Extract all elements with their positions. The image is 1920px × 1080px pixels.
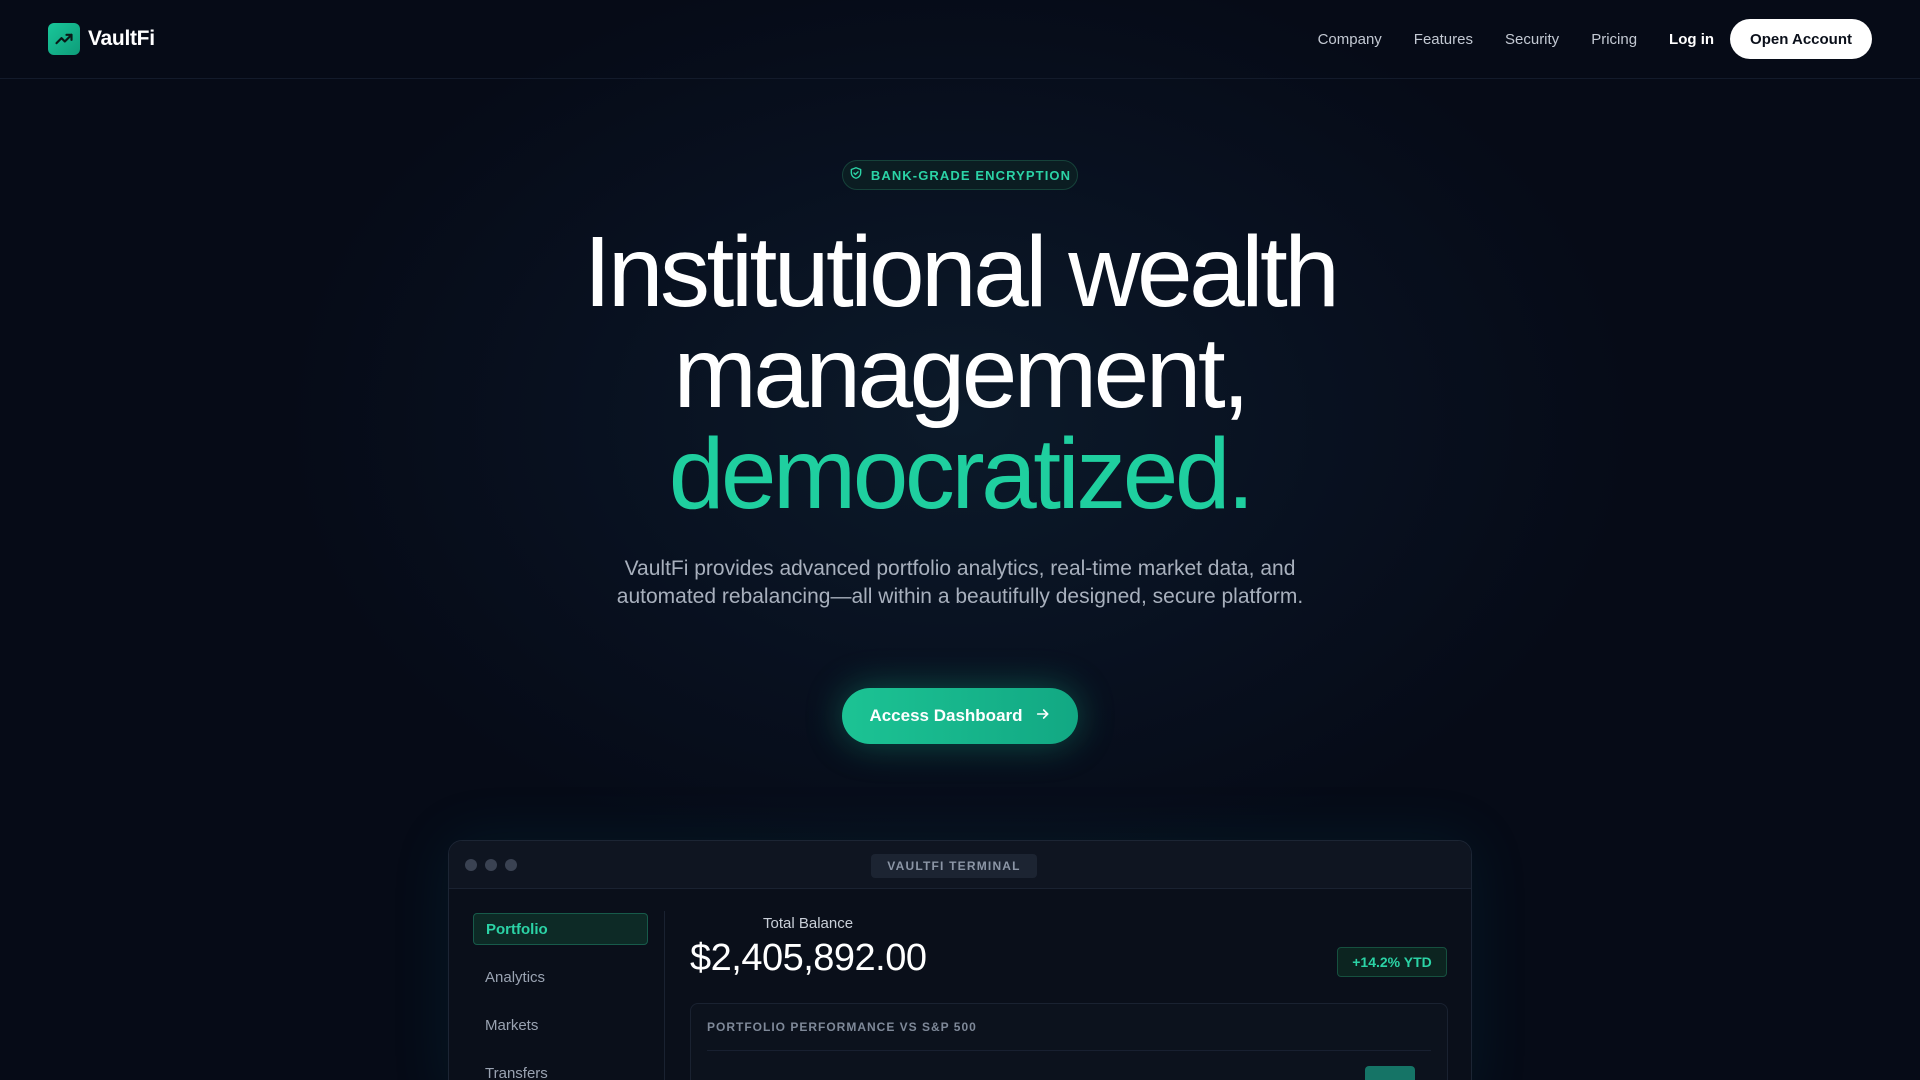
sidebar-item-transfers[interactable]: Transfers	[473, 1057, 648, 1080]
nav-link-company[interactable]: Company	[1318, 31, 1382, 48]
nav-link-pricing[interactable]: Pricing	[1591, 31, 1637, 48]
terminal-body: Portfolio Analytics Markets Transfers To…	[449, 889, 1471, 1080]
trending-up-icon	[48, 23, 80, 55]
window-dot-close	[465, 859, 477, 871]
hero-subtitle: VaultFi provides advanced portfolio anal…	[616, 557, 1304, 608]
access-dashboard-label: Access Dashboard	[869, 706, 1023, 725]
shield-check-icon	[849, 166, 863, 185]
nav-link-features[interactable]: Features	[1414, 31, 1473, 48]
headline-accent: democratized.	[668, 418, 1255, 530]
terminal-title-bar: VAULTFI TERMINAL	[449, 841, 1471, 889]
arrow-right-icon	[1035, 706, 1051, 727]
access-dashboard-button[interactable]: Access Dashboard	[842, 688, 1078, 744]
window-dot-minimize	[485, 859, 497, 871]
window-dot-maximize	[505, 859, 517, 871]
sidebar-item-portfolio[interactable]: Portfolio	[473, 913, 648, 945]
encryption-badge: BANK-GRADE ENCRYPTION	[842, 160, 1078, 190]
terminal-preview: VAULTFI TERMINAL Portfolio Analytics Mar…	[448, 840, 1472, 1080]
login-link[interactable]: Log in	[1669, 31, 1714, 48]
nav-link-security[interactable]: Security	[1505, 31, 1559, 48]
ytd-badge: +14.2% YTD	[1337, 947, 1447, 977]
open-account-button[interactable]: Open Account	[1730, 19, 1872, 59]
balance-label: Total Balance	[763, 915, 854, 932]
performance-chart-card: PORTFOLIO PERFORMANCE VS S&P 500	[690, 1003, 1448, 1080]
terminal-title: VAULTFI TERMINAL	[871, 854, 1037, 878]
terminal-sidebar: Portfolio Analytics Markets Transfers	[449, 889, 664, 1080]
performance-chart-title: PORTFOLIO PERFORMANCE VS S&P 500	[707, 1020, 977, 1034]
sidebar-item-markets[interactable]: Markets	[473, 1009, 648, 1041]
brand[interactable]: VaultFi	[48, 23, 155, 55]
balance-value: $2,405,892.00	[690, 937, 927, 979]
badge-label: BANK-GRADE ENCRYPTION	[870, 167, 1072, 183]
sidebar-item-analytics[interactable]: Analytics	[473, 961, 648, 993]
chart-bar	[1365, 1066, 1415, 1080]
chart-divider	[707, 1050, 1431, 1051]
sidebar-divider	[664, 911, 665, 1080]
nav-links: Company Features Security Pricing Log in…	[1286, 19, 1872, 59]
top-navigation: VaultFi Company Features Security Pricin…	[0, 0, 1920, 79]
headline-line-1: Institutional wealth	[583, 216, 1340, 328]
hero-headline: Institutional wealth management, democra…	[360, 222, 1560, 525]
brand-name: VaultFi	[88, 27, 155, 50]
headline-line-2: management,	[673, 317, 1250, 429]
